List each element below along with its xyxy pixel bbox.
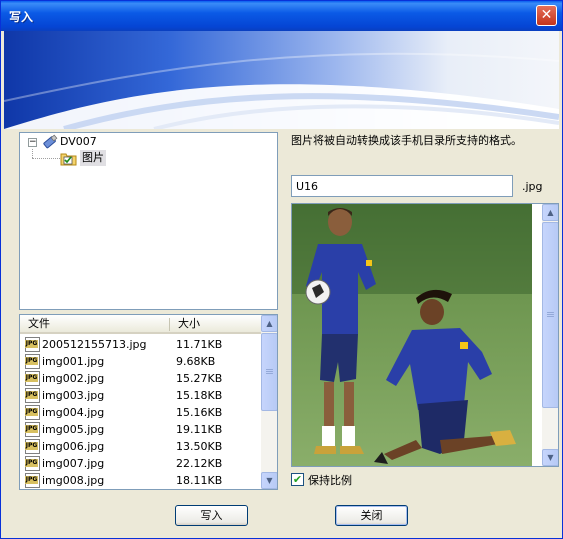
column-header-size[interactable]: 大小 (170, 315, 261, 334)
jpg-file-icon: JPG (25, 371, 40, 386)
banner-swoosh-graphic (4, 52, 559, 129)
file-size: 18.11KB (176, 474, 223, 487)
file-name: img005.jpg (42, 423, 105, 436)
jpg-file-icon: JPG (25, 337, 40, 352)
file-name: img006.jpg (42, 440, 105, 453)
tree-node-label: DV007 (60, 135, 97, 148)
scroll-down-button[interactable]: ▼ (261, 472, 277, 489)
file-name: img002.jpg (42, 372, 105, 385)
file-size: 11.71KB (176, 338, 223, 351)
jpg-file-icon: JPG (25, 388, 40, 403)
jpg-file-icon: JPG (25, 422, 40, 437)
scroll-down-button[interactable]: ▼ (542, 449, 558, 466)
scroll-thumb[interactable]: ≡ (261, 333, 277, 411)
checked-folder-icon (60, 153, 77, 166)
file-name: img007.jpg (42, 457, 105, 470)
close-window-button[interactable]: ✕ (536, 5, 557, 26)
file-size: 15.27KB (176, 372, 223, 385)
file-size: 22.12KB (176, 457, 223, 470)
list-header: 文件 大小 (20, 315, 261, 334)
file-name: img008.jpg (42, 474, 105, 487)
image-preview: ▲ ≡ ▼ (291, 203, 559, 467)
column-header-file[interactable]: 文件 (20, 315, 169, 334)
file-name: img003.jpg (42, 389, 105, 402)
scroll-thumb[interactable]: ≡ (542, 222, 558, 408)
collapse-toggle[interactable]: − (28, 138, 37, 147)
file-name: img004.jpg (42, 406, 105, 419)
tree-connector (32, 158, 60, 159)
title-bar[interactable]: 写入 ✕ (1, 1, 562, 31)
soccer-players-photo (292, 204, 532, 466)
preview-scrollbar[interactable]: ▲ ≡ ▼ (542, 204, 558, 466)
scroll-up-button[interactable]: ▲ (542, 204, 558, 221)
tree-connector (32, 149, 33, 158)
scroll-up-button[interactable]: ▲ (261, 315, 277, 332)
file-size: 15.16KB (176, 406, 223, 419)
file-name: 200512155713.jpg (42, 338, 147, 351)
keep-ratio-checkbox[interactable]: ✔ (291, 473, 304, 486)
file-size: 19.11KB (176, 423, 223, 436)
file-extension-label: .jpg (522, 180, 543, 193)
write-button[interactable]: 写入 (175, 505, 248, 526)
filename-input[interactable] (291, 175, 513, 197)
file-size: 13.50KB (176, 440, 223, 453)
file-name: img001.jpg (42, 355, 105, 368)
jpg-file-icon: JPG (25, 439, 40, 454)
usb-drive-icon (43, 134, 58, 149)
file-list[interactable]: 文件 大小 JPG 200512155713.jpg 11.71KB JPG i… (19, 314, 278, 490)
window-title: 写入 (9, 10, 34, 24)
keep-ratio-label: 保持比例 (308, 474, 352, 487)
folder-tree[interactable]: − DV007 图片 (19, 132, 278, 310)
file-list-scrollbar[interactable]: ▲ ≡ ▼ (261, 315, 277, 489)
preview-photo (292, 204, 532, 466)
tree-node-pictures[interactable]: 图片 (60, 150, 130, 166)
jpg-file-icon: JPG (25, 354, 40, 369)
jpg-file-icon: JPG (25, 405, 40, 420)
file-size: 9.68KB (176, 355, 216, 368)
header-banner (4, 31, 559, 129)
tree-node-label: 图片 (80, 150, 106, 166)
close-button[interactable]: 关闭 (335, 505, 408, 526)
conversion-info-text: 图片将被自动转换成该手机目录所支持的格式。 (291, 134, 522, 147)
jpg-file-icon: JPG (25, 473, 40, 488)
write-dialog: 写入 ✕ − DV007 图片 文件 大小 JPG 200512155713.j… (0, 0, 563, 539)
file-size: 15.18KB (176, 389, 223, 402)
jpg-file-icon: JPG (25, 456, 40, 471)
